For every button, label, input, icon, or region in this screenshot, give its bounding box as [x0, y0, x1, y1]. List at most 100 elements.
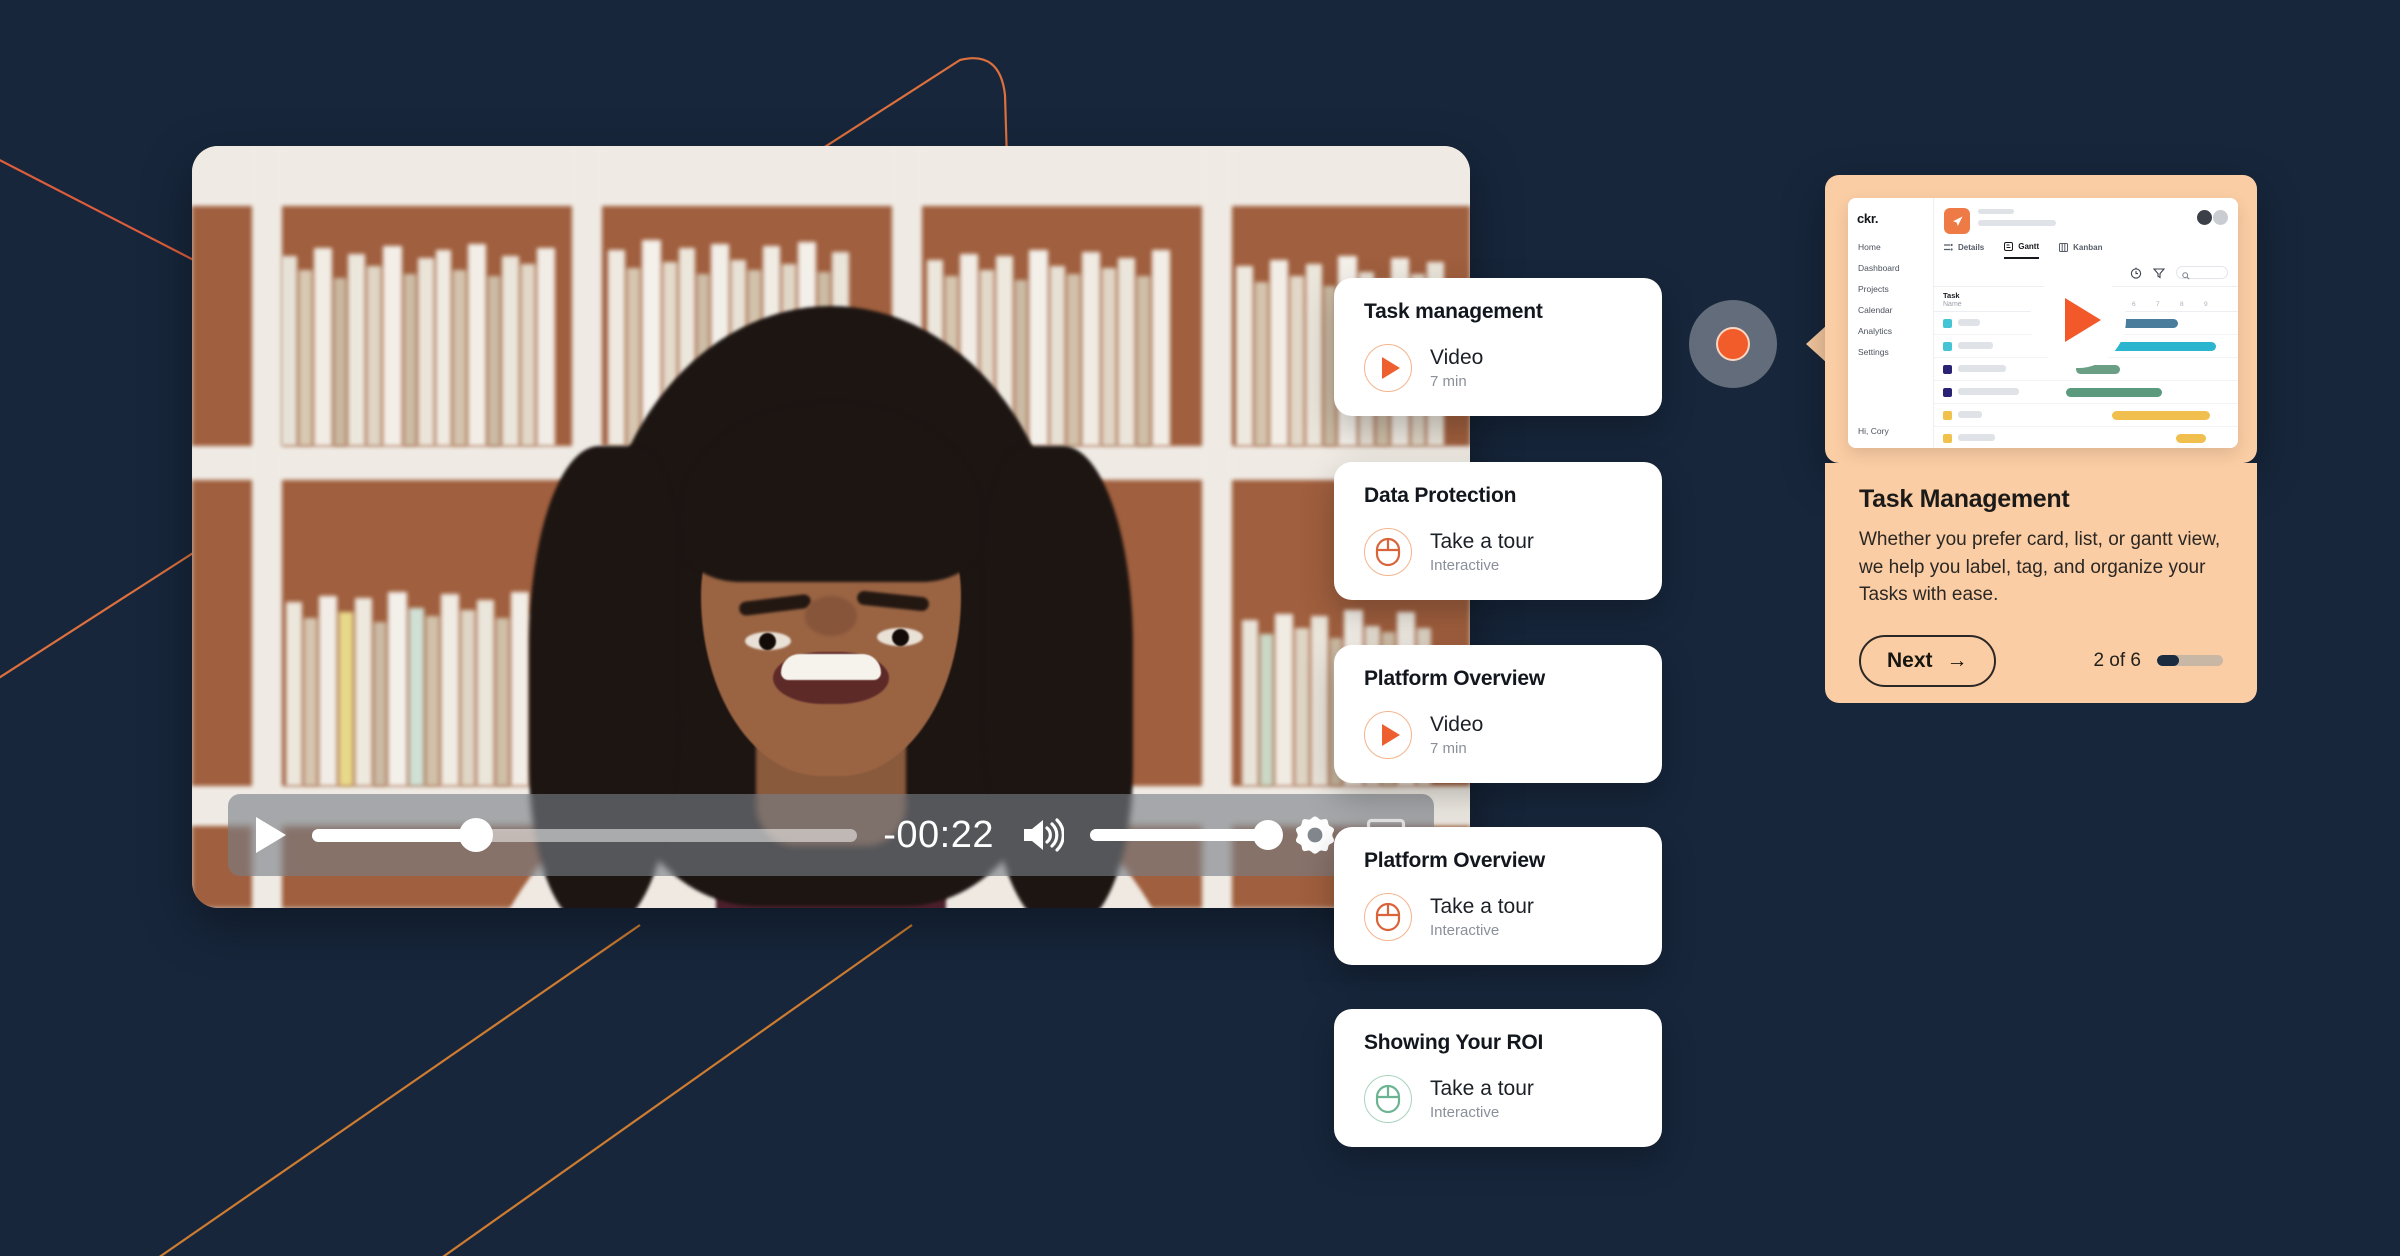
row-label-placeholder	[1958, 411, 1982, 418]
content-card[interactable]: Platform Overview Take a tour Interactiv…	[1334, 827, 1662, 965]
row-label-placeholder	[1958, 365, 2006, 372]
play-button[interactable]	[256, 817, 286, 853]
gantt-bar[interactable]	[2066, 388, 2162, 397]
play-icon	[256, 817, 286, 853]
tour-hotspot[interactable]	[1689, 300, 1777, 388]
mini-main: Details Gantt Kanban Task Name 6 7 8 9	[1934, 198, 2238, 448]
video-controls: -00:22	[228, 794, 1434, 876]
volume-button[interactable]	[1020, 816, 1064, 854]
card-meta: 7 min	[1430, 740, 1467, 758]
play-icon	[1364, 344, 1412, 392]
row-color-swatch	[1943, 388, 1952, 397]
row-label-placeholder	[1958, 388, 2019, 395]
tour-pointer	[1806, 325, 1827, 363]
card-action-label: Take a tour	[1430, 894, 1534, 918]
volume-icon	[1024, 818, 1064, 852]
card-meta: Interactive	[1430, 922, 1500, 940]
content-card[interactable]: Data Protection Take a tour Interactive	[1334, 462, 1662, 600]
content-card[interactable]: Task management Video 7 min	[1334, 278, 1662, 416]
volume-fill	[1090, 829, 1268, 841]
row-label-placeholder	[1958, 319, 1980, 326]
timeline-tick: 9	[2204, 301, 2208, 308]
mini-nav-item[interactable]: Calendar	[1858, 305, 1933, 315]
timeline-tick: 8	[2180, 301, 2184, 308]
seek-fill	[312, 828, 476, 842]
row-color-swatch	[1943, 365, 1952, 374]
tab-kanban[interactable]: Kanban	[2059, 242, 2102, 259]
play-icon	[1364, 711, 1412, 759]
card-row[interactable]: Take a tour Interactive	[1364, 528, 1636, 576]
table-row[interactable]	[1934, 381, 2238, 404]
card-title: Platform Overview	[1364, 849, 1546, 872]
step-text: 2 of 6	[2093, 649, 2141, 671]
list-icon	[1944, 243, 1953, 251]
card-title: Platform Overview	[1364, 667, 1546, 690]
hotspot-dot	[1716, 327, 1750, 361]
play-icon	[2065, 298, 2101, 342]
mini-sidebar: ckr. Home Dashboard Projects Calendar An…	[1848, 198, 1934, 448]
mini-nav-item[interactable]: Projects	[1858, 284, 1933, 294]
filter-icon[interactable]	[2153, 267, 2165, 279]
avatar[interactable]	[2213, 210, 2228, 225]
card-action-label: Take a tour	[1430, 1076, 1534, 1100]
video-player[interactable]: -00:22	[192, 146, 1470, 908]
mini-nav-item[interactable]: Analytics	[1858, 326, 1933, 336]
tour-title: Task Management	[1859, 485, 2070, 513]
mouse-icon	[1364, 893, 1412, 941]
mini-app-preview[interactable]: ckr. Home Dashboard Projects Calendar An…	[1848, 198, 2238, 448]
step-progress-fill	[2157, 655, 2179, 667]
seek-slider[interactable]	[312, 818, 858, 852]
row-label-placeholder	[1958, 342, 1993, 349]
card-row[interactable]: Video 7 min	[1364, 711, 1636, 759]
card-row[interactable]: Take a tour Interactive	[1364, 1075, 1636, 1123]
tab-details[interactable]: Details	[1944, 242, 1984, 259]
mouse-icon	[1364, 1075, 1412, 1123]
next-button[interactable]: Next →	[1859, 634, 1996, 687]
gantt-bar[interactable]	[2112, 411, 2210, 420]
mini-toolbar[interactable]	[2130, 266, 2228, 280]
mouse-icon	[1364, 528, 1412, 576]
seek-thumb[interactable]	[458, 818, 493, 852]
tour-panel-body: Task Management Whether you prefer card,…	[1825, 463, 2257, 703]
clock-icon[interactable]	[2130, 267, 2142, 279]
gantt-icon	[2004, 242, 2014, 251]
col-header-name: Name	[1943, 301, 1962, 308]
card-row[interactable]: Take a tour Interactive	[1364, 893, 1636, 941]
avatar[interactable]	[2197, 210, 2212, 225]
card-action-label: Video	[1430, 712, 1484, 736]
arrow-right-icon: →	[1946, 648, 1968, 672]
shelf	[192, 146, 1470, 206]
mini-greeting: Hi, Cory	[1858, 426, 1889, 436]
card-meta: Interactive	[1430, 557, 1500, 575]
step-progress-bar	[2157, 655, 2223, 667]
search-input[interactable]	[2176, 266, 2228, 280]
card-row[interactable]: Video 7 min	[1364, 344, 1636, 392]
play-overlay-button[interactable]	[2030, 272, 2126, 368]
row-color-swatch	[1943, 434, 1952, 443]
mini-tabs[interactable]: Details Gantt Kanban	[1944, 242, 2102, 259]
tab-label: Gantt	[2018, 242, 2040, 251]
volume-slider[interactable]	[1090, 820, 1283, 850]
content-card[interactable]: Showing Your ROI Take a tour Interactive	[1334, 1009, 1662, 1147]
app-stage: -00:22 Task management Video 7 min Data …	[0, 0, 2400, 1256]
next-button-label: Next	[1887, 648, 1933, 672]
tab-gantt[interactable]: Gantt	[2004, 242, 2040, 259]
mini-nav[interactable]: Home Dashboard Projects Calendar Analyti…	[1848, 242, 1933, 357]
volume-thumb[interactable]	[1253, 820, 1283, 850]
time-remaining: -00:22	[883, 813, 994, 856]
nose	[805, 596, 857, 636]
col-header-task: Task	[1943, 291, 1960, 300]
mini-nav-item[interactable]: Settings	[1858, 347, 1933, 357]
mini-nav-item[interactable]: Home	[1858, 242, 1933, 252]
settings-button[interactable]	[1294, 814, 1336, 856]
card-meta: Interactive	[1430, 1104, 1500, 1122]
card-action-label: Video	[1430, 345, 1484, 369]
step-indicator: 2 of 6	[2093, 650, 2223, 672]
mini-nav-item[interactable]: Dashboard	[1858, 263, 1933, 273]
table-row[interactable]	[1934, 427, 2238, 448]
gantt-bar[interactable]	[2176, 434, 2206, 443]
row-color-swatch	[1943, 411, 1952, 420]
table-row[interactable]	[1934, 404, 2238, 427]
content-card[interactable]: Platform Overview Video 7 min	[1334, 645, 1662, 783]
card-action-label: Take a tour	[1430, 529, 1534, 553]
